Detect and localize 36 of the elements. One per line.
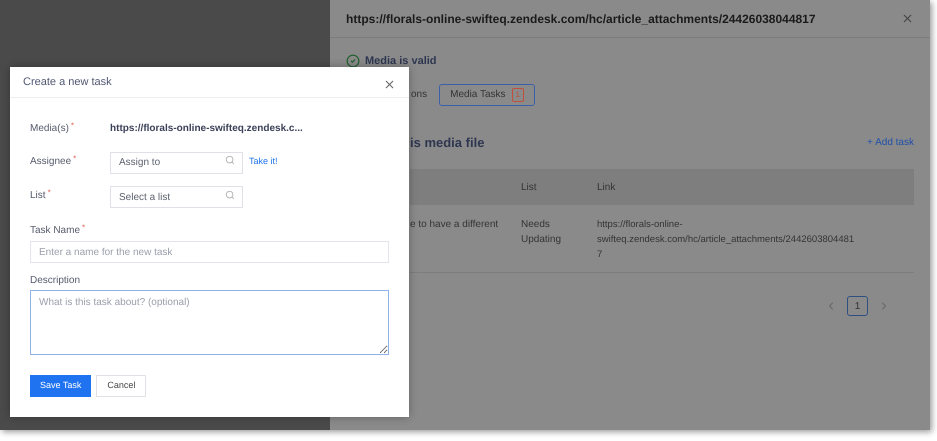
search-field[interactable]: Select a list	[110, 186, 243, 208]
media-url: https://florals-online-swifteq.zendesk.c...	[110, 122, 303, 136]
close-icon[interactable]	[901, 12, 914, 25]
description-field[interactable]: What is this task about? (optional)	[30, 290, 389, 355]
save-button[interactable]: Save Task	[30, 375, 92, 397]
count-badge: 1	[512, 88, 524, 102]
table-cell-text: https://florals-online-swifteq.zendesk.com/hc/article_attachments/24426038044817	[597, 218, 856, 262]
field-label: Task Name	[30, 224, 80, 238]
field-label: Media(s)	[30, 122, 69, 136]
search-field[interactable]: Assign to	[110, 152, 243, 174]
required-mark: *	[82, 223, 86, 234]
required-mark: *	[73, 154, 76, 165]
close-icon[interactable]	[383, 78, 396, 90]
search-icon	[225, 155, 235, 165]
field-label: Assignee	[30, 154, 72, 169]
required-mark: *	[48, 188, 51, 200]
field-label: Description	[30, 274, 80, 288]
page-button[interactable]: 1	[847, 296, 868, 316]
status-text: Media is valid	[365, 54, 437, 69]
table-cell-text: e to have a different	[410, 218, 500, 232]
tab[interactable]: ons	[410, 84, 428, 106]
cancel-button[interactable]: Cancel	[96, 375, 146, 397]
column-header: Link	[597, 180, 616, 194]
take-it-link[interactable]: Take it!	[249, 154, 278, 168]
required-mark: *	[70, 120, 74, 132]
column-header: List	[521, 182, 537, 192]
table-cell-text: Needs Updating	[521, 218, 562, 247]
task-name-field[interactable]: Enter a name for the new task	[30, 241, 389, 263]
search-icon	[225, 190, 235, 200]
add-task-link[interactable]: + Add task	[867, 134, 914, 150]
check-icon	[346, 54, 360, 68]
panel-title: https://florals-online-swifteq.zendesk.com/hc/article_attachments/24426038044817	[346, 10, 816, 28]
section-heading: is media file	[410, 134, 484, 152]
dialog-title: Create a new task	[23, 74, 112, 90]
tab[interactable]: Media Tasks 1	[439, 84, 535, 106]
field-label: List	[30, 189, 46, 204]
